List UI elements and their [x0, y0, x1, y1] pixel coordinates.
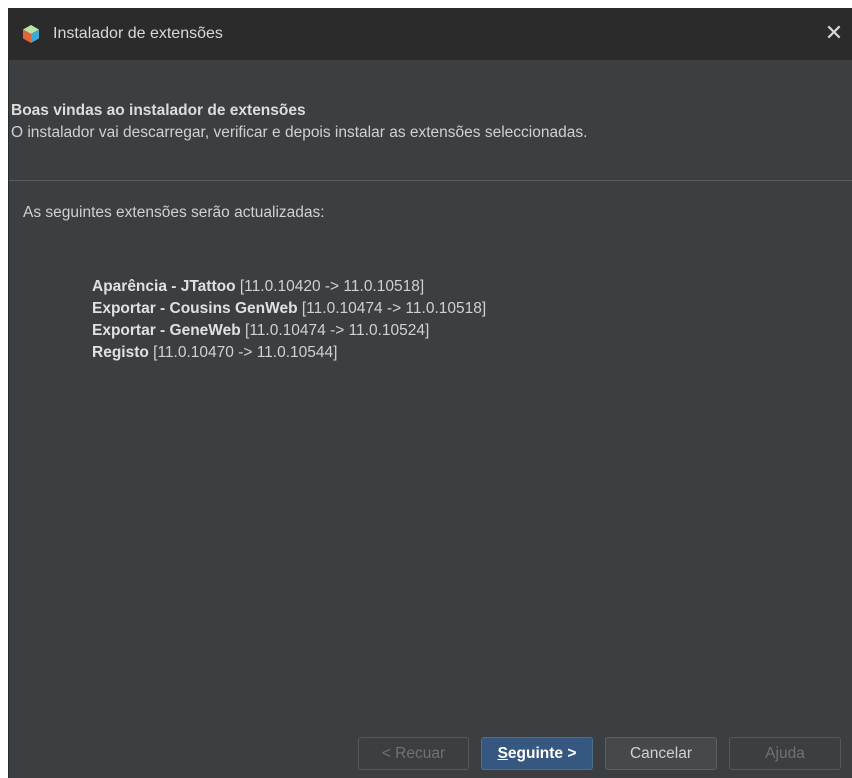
extension-name: Exportar - Cousins GenWeb [92, 300, 298, 317]
window-title: Instalador de extensões [53, 25, 223, 42]
header-panel: Boas vindas ao instalador de extensões O… [9, 60, 852, 190]
app-cube-icon [23, 25, 39, 43]
extension-versions: [11.0.10420 -> 11.0.10518] [239, 278, 425, 295]
extension-name: Aparência - JTattoo [92, 278, 236, 295]
header-title: Boas vindas ao instalador de extensões [11, 102, 306, 119]
next-button[interactable]: Seguinte > [481, 737, 593, 770]
installer-window: Instalador de extensões ✕ Boas vindas ao… [8, 8, 852, 778]
extension-name: Registo [92, 344, 149, 361]
extension-item: Exportar - GeneWeb [11.0.10474 -> 11.0.1… [92, 320, 486, 342]
next-mnemonic: S [497, 745, 508, 762]
next-label: eguinte > [507, 745, 577, 762]
close-icon[interactable]: ✕ [821, 20, 847, 46]
extension-versions: [11.0.10474 -> 11.0.10524] [245, 322, 430, 339]
cancel-button[interactable]: Cancelar [605, 737, 717, 770]
extension-item: Registo [11.0.10470 -> 11.0.10544] [92, 342, 486, 364]
extension-versions: [11.0.10470 -> 11.0.10544] [153, 344, 338, 361]
extension-name: Exportar - GeneWeb [92, 322, 241, 339]
extension-versions: [11.0.10474 -> 11.0.10518] [301, 300, 487, 317]
extension-item: Exportar - Cousins GenWeb [11.0.10474 ->… [92, 298, 486, 320]
header-separator [9, 180, 852, 181]
extension-item: Aparência - JTattoo [11.0.10420 -> 11.0.… [92, 276, 486, 298]
header-description: O instalador vai descarregar, verificar … [11, 124, 588, 141]
back-button[interactable]: < Recuar [358, 737, 469, 770]
help-button[interactable]: Ajuda [729, 737, 841, 770]
content-intro: As seguintes extensões serão actualizada… [23, 204, 325, 221]
title-bar: Instalador de extensões ✕ [9, 8, 852, 60]
extension-list: Aparência - JTattoo [11.0.10420 -> 11.0.… [92, 276, 486, 364]
